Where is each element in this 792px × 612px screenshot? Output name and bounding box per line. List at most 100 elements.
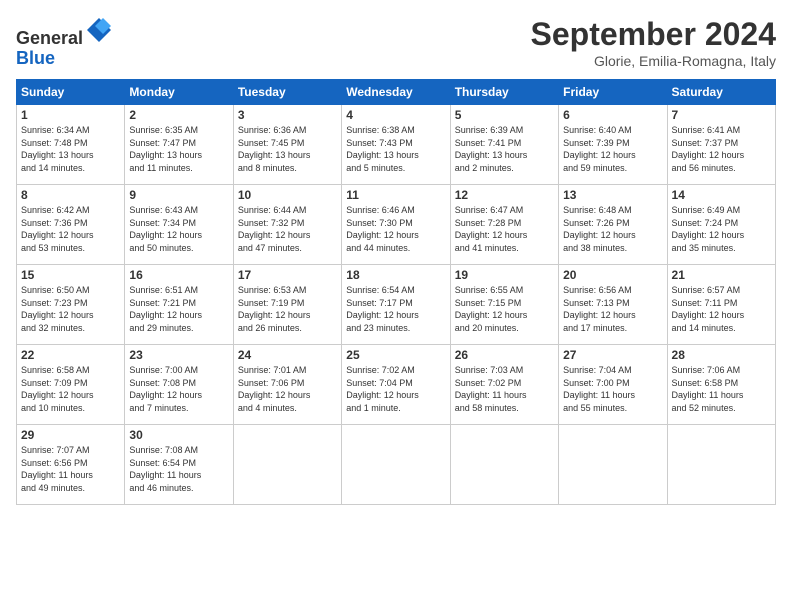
logo-blue-text: Blue — [16, 48, 55, 68]
day-number: 28 — [672, 348, 771, 362]
calendar-week-2: 8 Sunrise: 6:42 AM Sunset: 7:36 PM Daylig… — [17, 185, 776, 265]
table-row: 4 Sunrise: 6:38 AM Sunset: 7:43 PM Daylig… — [342, 105, 450, 185]
day-info: Sunrise: 6:35 AM Sunset: 7:47 PM Dayligh… — [129, 124, 228, 174]
calendar-header-row: SundayMondayTuesdayWednesdayThursdayFrid… — [17, 80, 776, 105]
col-header-sunday: Sunday — [17, 80, 125, 105]
day-number: 7 — [672, 108, 771, 122]
day-info: Sunrise: 6:53 AM Sunset: 7:19 PM Dayligh… — [238, 284, 337, 334]
col-header-friday: Friday — [559, 80, 667, 105]
day-number: 21 — [672, 268, 771, 282]
table-row: 7 Sunrise: 6:41 AM Sunset: 7:37 PM Daylig… — [667, 105, 775, 185]
table-row: 28 Sunrise: 7:06 AM Sunset: 6:58 PM Dayli… — [667, 345, 775, 425]
location: Glorie, Emilia-Romagna, Italy — [531, 53, 776, 69]
day-info: Sunrise: 6:56 AM Sunset: 7:13 PM Dayligh… — [563, 284, 662, 334]
day-number: 24 — [238, 348, 337, 362]
day-number: 22 — [21, 348, 120, 362]
day-number: 13 — [563, 188, 662, 202]
table-row: 8 Sunrise: 6:42 AM Sunset: 7:36 PM Daylig… — [17, 185, 125, 265]
day-info: Sunrise: 6:46 AM Sunset: 7:30 PM Dayligh… — [346, 204, 445, 254]
day-info: Sunrise: 6:41 AM Sunset: 7:37 PM Dayligh… — [672, 124, 771, 174]
day-info: Sunrise: 6:43 AM Sunset: 7:34 PM Dayligh… — [129, 204, 228, 254]
logo-general: General — [16, 28, 83, 48]
day-info: Sunrise: 7:00 AM Sunset: 7:08 PM Dayligh… — [129, 364, 228, 414]
table-row: 19Sunrise: 6:55 AM Sunset: 7:15 PM Dayli… — [450, 265, 558, 345]
logo: General Blue — [16, 16, 113, 69]
table-row: 24 Sunrise: 7:01 AM Sunset: 7:06 PM Dayli… — [233, 345, 341, 425]
day-number: 9 — [129, 188, 228, 202]
day-number: 3 — [238, 108, 337, 122]
day-number: 29 — [21, 428, 120, 442]
day-number: 12 — [455, 188, 554, 202]
day-info: Sunrise: 6:38 AM Sunset: 7:43 PM Dayligh… — [346, 124, 445, 174]
page: General Blue September 2024 Glorie, Emil… — [0, 0, 792, 612]
day-number: 26 — [455, 348, 554, 362]
day-number: 2 — [129, 108, 228, 122]
table-row: 30Sunrise: 7:08 AM Sunset: 6:54 PM Dayli… — [125, 425, 233, 505]
day-number: 4 — [346, 108, 445, 122]
day-info: Sunrise: 6:57 AM Sunset: 7:11 PM Dayligh… — [672, 284, 771, 334]
day-number: 16 — [129, 268, 228, 282]
day-number: 25 — [346, 348, 445, 362]
day-number: 8 — [21, 188, 120, 202]
logo-blue: Blue — [16, 49, 113, 69]
table-row: 25 Sunrise: 7:02 AM Sunset: 7:04 PM Dayli… — [342, 345, 450, 425]
day-number: 17 — [238, 268, 337, 282]
table-row: 10Sunrise: 6:44 AM Sunset: 7:32 PM Dayli… — [233, 185, 341, 265]
table-row: 29 Sunrise: 7:07 AM Sunset: 6:56 PM Dayli… — [17, 425, 125, 505]
table-row: 22 Sunrise: 6:58 AM Sunset: 7:09 PM Dayli… — [17, 345, 125, 425]
day-number: 20 — [563, 268, 662, 282]
table-row — [450, 425, 558, 505]
day-number: 6 — [563, 108, 662, 122]
table-row: 1Sunrise: 6:34 AM Sunset: 7:48 PM Daylig… — [17, 105, 125, 185]
day-info: Sunrise: 7:03 AM Sunset: 7:02 PM Dayligh… — [455, 364, 554, 414]
day-info: Sunrise: 7:06 AM Sunset: 6:58 PM Dayligh… — [672, 364, 771, 414]
day-info: Sunrise: 6:48 AM Sunset: 7:26 PM Dayligh… — [563, 204, 662, 254]
logo-text: General — [16, 16, 113, 49]
day-info: Sunrise: 6:50 AM Sunset: 7:23 PM Dayligh… — [21, 284, 120, 334]
day-info: Sunrise: 6:39 AM Sunset: 7:41 PM Dayligh… — [455, 124, 554, 174]
table-row: 14Sunrise: 6:49 AM Sunset: 7:24 PM Dayli… — [667, 185, 775, 265]
day-number: 18 — [346, 268, 445, 282]
day-info: Sunrise: 6:58 AM Sunset: 7:09 PM Dayligh… — [21, 364, 120, 414]
day-info: Sunrise: 6:40 AM Sunset: 7:39 PM Dayligh… — [563, 124, 662, 174]
day-number: 30 — [129, 428, 228, 442]
col-header-tuesday: Tuesday — [233, 80, 341, 105]
day-number: 15 — [21, 268, 120, 282]
day-info: Sunrise: 6:51 AM Sunset: 7:21 PM Dayligh… — [129, 284, 228, 334]
table-row: 5 Sunrise: 6:39 AM Sunset: 7:41 PM Daylig… — [450, 105, 558, 185]
day-info: Sunrise: 6:55 AM Sunset: 7:15 PM Dayligh… — [455, 284, 554, 334]
table-row: 23 Sunrise: 7:00 AM Sunset: 7:08 PM Dayli… — [125, 345, 233, 425]
day-number: 10 — [238, 188, 337, 202]
day-info: Sunrise: 7:01 AM Sunset: 7:06 PM Dayligh… — [238, 364, 337, 414]
day-info: Sunrise: 6:47 AM Sunset: 7:28 PM Dayligh… — [455, 204, 554, 254]
table-row: 6 Sunrise: 6:40 AM Sunset: 7:39 PM Daylig… — [559, 105, 667, 185]
month-title: September 2024 — [531, 16, 776, 53]
calendar-week-4: 22 Sunrise: 6:58 AM Sunset: 7:09 PM Dayli… — [17, 345, 776, 425]
col-header-saturday: Saturday — [667, 80, 775, 105]
col-header-monday: Monday — [125, 80, 233, 105]
table-row — [233, 425, 341, 505]
table-row: 16 Sunrise: 6:51 AM Sunset: 7:21 PM Dayli… — [125, 265, 233, 345]
table-row — [559, 425, 667, 505]
header: General Blue September 2024 Glorie, Emil… — [16, 16, 776, 69]
day-number: 23 — [129, 348, 228, 362]
table-row: 3Sunrise: 6:36 AM Sunset: 7:45 PM Daylig… — [233, 105, 341, 185]
table-row — [342, 425, 450, 505]
day-info: Sunrise: 6:49 AM Sunset: 7:24 PM Dayligh… — [672, 204, 771, 254]
day-number: 11 — [346, 188, 445, 202]
day-number: 5 — [455, 108, 554, 122]
calendar-week-1: 1Sunrise: 6:34 AM Sunset: 7:48 PM Daylig… — [17, 105, 776, 185]
table-row: 21 Sunrise: 6:57 AM Sunset: 7:11 PM Dayli… — [667, 265, 775, 345]
calendar-table: SundayMondayTuesdayWednesdayThursdayFrid… — [16, 79, 776, 505]
table-row: 9 Sunrise: 6:43 AM Sunset: 7:34 PM Daylig… — [125, 185, 233, 265]
day-info: Sunrise: 6:42 AM Sunset: 7:36 PM Dayligh… — [21, 204, 120, 254]
table-row: 17 Sunrise: 6:53 AM Sunset: 7:19 PM Dayli… — [233, 265, 341, 345]
day-info: Sunrise: 7:07 AM Sunset: 6:56 PM Dayligh… — [21, 444, 120, 494]
table-row: 15 Sunrise: 6:50 AM Sunset: 7:23 PM Dayli… — [17, 265, 125, 345]
day-number: 1 — [21, 108, 120, 122]
day-info: Sunrise: 7:02 AM Sunset: 7:04 PM Dayligh… — [346, 364, 445, 414]
table-row — [667, 425, 775, 505]
table-row: 2 Sunrise: 6:35 AM Sunset: 7:47 PM Daylig… — [125, 105, 233, 185]
table-row: 20 Sunrise: 6:56 AM Sunset: 7:13 PM Dayli… — [559, 265, 667, 345]
table-row: 18Sunrise: 6:54 AM Sunset: 7:17 PM Dayli… — [342, 265, 450, 345]
